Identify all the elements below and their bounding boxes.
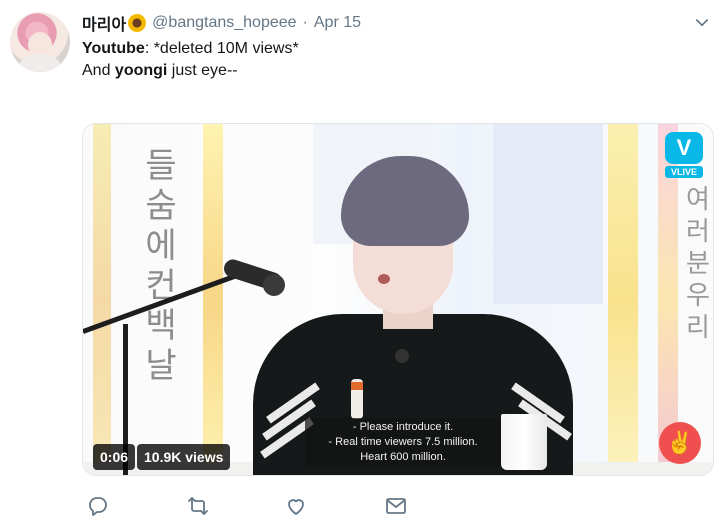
subtitle-line: - Real time viewers 7.5 million. [328, 436, 478, 448]
korean-char: 리 [686, 313, 710, 343]
korean-text-left: 들 숨 에 컨 백 날 [141, 146, 181, 386]
avatar[interactable] [10, 12, 70, 72]
korean-char: 들 [145, 146, 177, 186]
share-icon[interactable] [384, 494, 408, 518]
video-player[interactable]: 들 숨 에 컨 백 날 여 러 분 우 리 V VLIVE - Please i… [82, 123, 714, 476]
tweet-text-line-1: Youtube: *deleted 10M views* [82, 38, 299, 60]
tweet-text-line-2: And yoongi just eye-- [82, 60, 299, 82]
vlive-logo-mark: V [665, 132, 703, 164]
bold-youtube: Youtube [82, 40, 145, 57]
video-timestamp: 0:06 [93, 444, 136, 470]
video-views: 10.9K views [137, 444, 231, 470]
avatar-body [18, 54, 62, 72]
tweet-actions [82, 494, 442, 520]
video-subtitles: - Please introduce it. - Real time viewe… [305, 418, 501, 467]
bg-stripe [203, 124, 223, 475]
microphone-head [263, 274, 285, 296]
korean-char: 우 [686, 281, 710, 311]
hand-heart-icon: ✌ [666, 430, 694, 455]
heart-button[interactable]: ✌ [659, 422, 701, 464]
separator: · [302, 14, 308, 31]
like-icon[interactable] [284, 494, 308, 518]
author-handle[interactable]: @bangtans_hopeee [152, 14, 296, 32]
tweet-text: Youtube: *deleted 10M views* And yoongi … [82, 38, 299, 82]
retweet-icon[interactable] [186, 494, 210, 518]
chevron-down-icon[interactable] [693, 14, 711, 32]
korean-char: 분 [686, 249, 710, 279]
line2-rest: just eye-- [167, 62, 238, 79]
korean-text-right: 여 러 분 우 리 [678, 184, 713, 344]
line2-start: And [82, 62, 115, 79]
korean-char: 숨 [145, 186, 177, 226]
bottle-cap [351, 382, 363, 390]
lapel-mic [395, 349, 409, 363]
bold-yoongi: yoongi [114, 62, 168, 79]
bg-stripe [608, 124, 638, 475]
korean-char: 날 [145, 346, 177, 386]
korean-char: 백 [145, 306, 177, 346]
bg-stripe [93, 124, 111, 475]
korean-char: 러 [686, 217, 710, 247]
person-mouth [378, 274, 390, 284]
vlive-logo: V VLIVE [665, 132, 703, 180]
sunflower-icon [128, 14, 147, 32]
subtitle-line: - Please introduce it. [352, 421, 454, 433]
tweet-date[interactable]: Apr 15 [314, 14, 361, 32]
author-name[interactable]: 마리아 [82, 11, 126, 35]
reply-icon[interactable] [86, 494, 110, 518]
line1-rest: : *deleted 10M views* [144, 40, 299, 57]
korean-char: 에 [145, 226, 177, 266]
subtitle-line: Heart 600 million. [360, 451, 446, 463]
bg-window [493, 124, 603, 304]
korean-char: 여 [686, 185, 710, 215]
tweet-header: 마리아 @bangtans_hopeee · Apr 15 [82, 12, 361, 34]
paper-cup [501, 414, 547, 470]
vlive-logo-text: VLIVE [665, 166, 703, 178]
